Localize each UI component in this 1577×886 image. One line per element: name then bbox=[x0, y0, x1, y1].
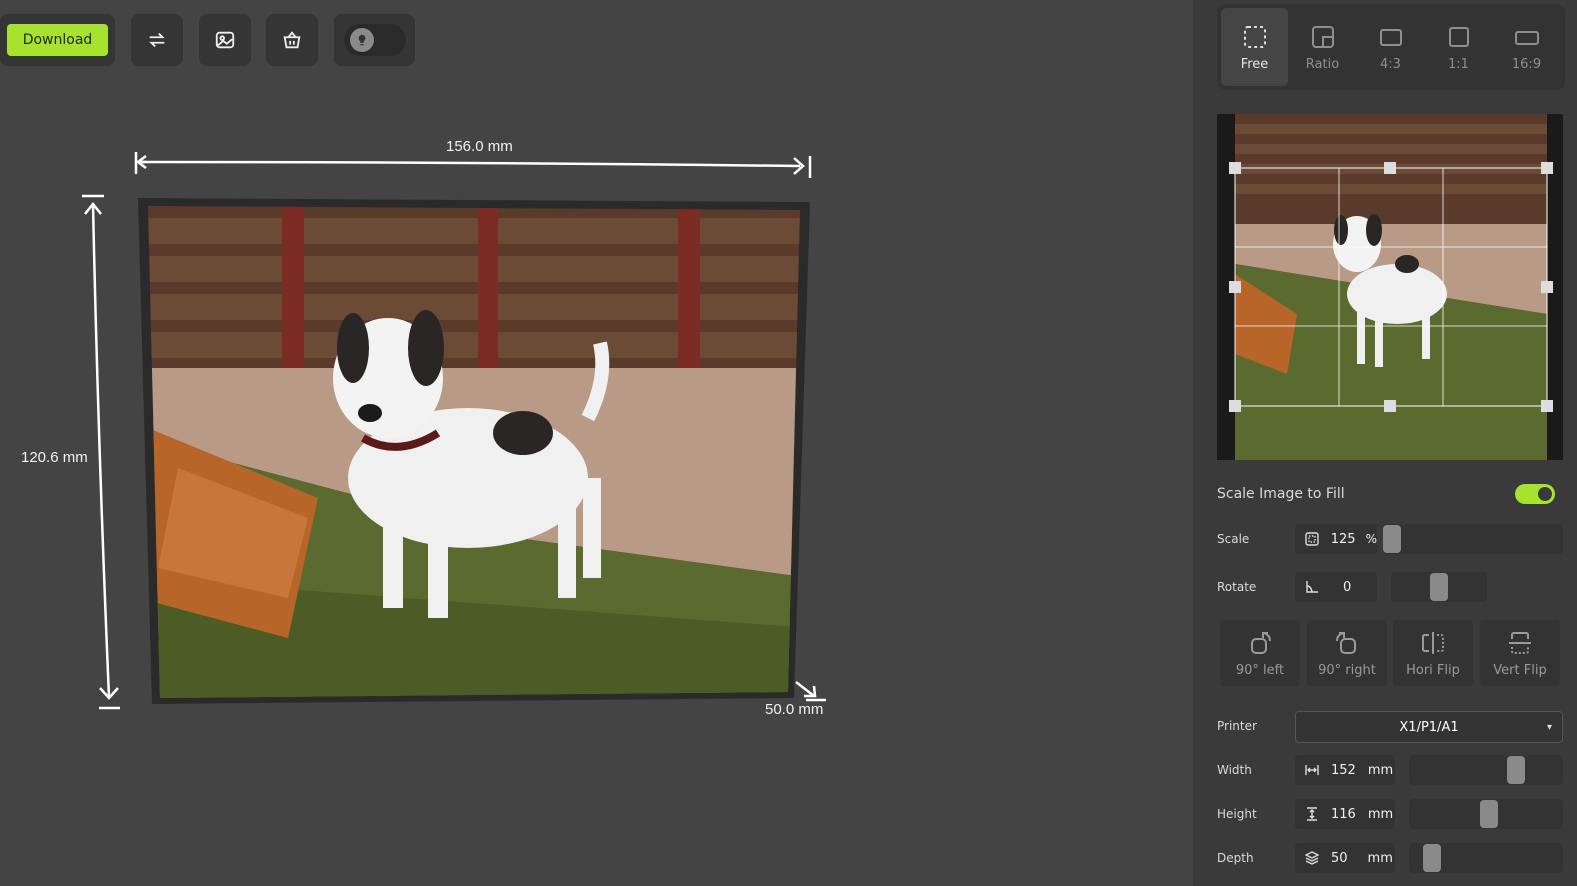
horizontal-flip-button[interactable]: Hori Flip bbox=[1393, 620, 1473, 686]
scale-label: Scale bbox=[1217, 532, 1250, 546]
width-icon bbox=[1301, 763, 1323, 777]
width-field[interactable]: 152 mm bbox=[1295, 755, 1395, 785]
printer-select[interactable]: X1/P1/A1 ▾ bbox=[1295, 711, 1563, 743]
light-toggle-group bbox=[334, 14, 415, 66]
rotate-right-icon bbox=[1336, 631, 1356, 654]
vertical-flip-button[interactable]: Vert Flip bbox=[1480, 620, 1560, 686]
depth-slider[interactable] bbox=[1409, 843, 1563, 873]
tab-1-1-label: 1:1 bbox=[1448, 56, 1469, 72]
height-slider-handle[interactable] bbox=[1480, 800, 1498, 828]
tab-free[interactable]: Free bbox=[1221, 8, 1288, 86]
ratio-1-1-icon bbox=[1448, 26, 1469, 47]
scale-slider[interactable] bbox=[1383, 524, 1563, 554]
crop-mode-tabs: Free Ratio 4:3 1:1 16:9 bbox=[1217, 4, 1565, 90]
tab-4-3-label: 4:3 bbox=[1380, 56, 1401, 72]
image-button[interactable] bbox=[199, 14, 251, 66]
tab-4-3[interactable]: 4:3 bbox=[1357, 8, 1424, 86]
basket-icon bbox=[283, 31, 301, 49]
scale-to-fill-toggle[interactable] bbox=[1515, 484, 1555, 504]
download-button[interactable]: Download bbox=[6, 24, 109, 56]
settings-panel: Free Ratio 4:3 1:1 16:9 Scale Image to F… bbox=[1193, 0, 1577, 886]
width-unit: mm bbox=[1367, 762, 1394, 778]
rotate-value: 0 bbox=[1343, 579, 1352, 595]
flip-vertical-icon bbox=[1509, 631, 1531, 654]
scale-field[interactable]: 125 % bbox=[1295, 524, 1377, 554]
rotate-label: Rotate bbox=[1217, 580, 1257, 594]
ratio-4-3-icon bbox=[1379, 28, 1402, 46]
tab-ratio[interactable]: Ratio bbox=[1289, 8, 1356, 86]
scale-to-fill-label: Scale Image to Fill bbox=[1217, 486, 1345, 502]
image-icon bbox=[215, 31, 235, 49]
height-icon bbox=[1301, 807, 1323, 821]
tab-16-9[interactable]: 16:9 bbox=[1493, 8, 1560, 86]
tab-free-label: Free bbox=[1240, 56, 1269, 72]
depth-label: Depth bbox=[1217, 851, 1254, 865]
light-mode-toggle[interactable] bbox=[343, 24, 406, 56]
scale-slider-handle[interactable] bbox=[1383, 525, 1401, 553]
rotate-left-icon bbox=[1251, 631, 1271, 654]
scale-icon bbox=[1301, 532, 1323, 546]
rotate-slider[interactable] bbox=[1391, 572, 1487, 602]
depth-unit: mm bbox=[1367, 850, 1393, 866]
width-value: 152 bbox=[1331, 762, 1356, 778]
height-label: Height bbox=[1217, 807, 1257, 821]
tab-1-1[interactable]: 1:1 bbox=[1425, 8, 1492, 86]
scale-value: 125 bbox=[1330, 531, 1356, 547]
printer-value: X1/P1/A1 bbox=[1399, 719, 1459, 735]
tab-ratio-label: Ratio bbox=[1305, 56, 1340, 72]
height-dimension-label: 120.6 mm bbox=[21, 449, 88, 466]
crop-preview[interactable] bbox=[1217, 114, 1563, 460]
width-label: Width bbox=[1217, 763, 1252, 777]
swap-button[interactable] bbox=[131, 14, 183, 66]
ratio-icon bbox=[1311, 25, 1334, 48]
layers-icon bbox=[1301, 851, 1323, 865]
horizontal-flip-label: Hori Flip bbox=[1406, 662, 1460, 678]
chevron-down-icon: ▾ bbox=[1546, 722, 1552, 733]
height-field[interactable]: 116 mm bbox=[1295, 799, 1395, 829]
width-dimension-label: 156.0 mm bbox=[446, 138, 513, 155]
height-value: 116 bbox=[1331, 806, 1356, 822]
lightbulb-icon bbox=[349, 28, 374, 52]
rotate-left-button[interactable]: 90° left bbox=[1220, 620, 1300, 686]
depth-field[interactable]: 50 mm bbox=[1295, 843, 1395, 873]
rotate-slider-handle[interactable] bbox=[1430, 573, 1448, 601]
free-crop-icon bbox=[1243, 25, 1266, 48]
angle-icon bbox=[1301, 580, 1323, 594]
width-slider-handle[interactable] bbox=[1507, 756, 1525, 784]
depth-slider-handle[interactable] bbox=[1423, 844, 1441, 872]
download-group: Download bbox=[0, 14, 115, 66]
height-unit: mm bbox=[1367, 806, 1394, 822]
width-slider[interactable] bbox=[1409, 755, 1563, 785]
scale-unit: % bbox=[1365, 532, 1377, 546]
swap-icon bbox=[149, 32, 165, 48]
basket-button[interactable] bbox=[266, 14, 318, 66]
tab-16-9-label: 16:9 bbox=[1511, 56, 1542, 72]
rotate-right-label: 90° right bbox=[1318, 662, 1376, 678]
rotate-left-label: 90° left bbox=[1235, 662, 1285, 678]
vertical-flip-label: Vert Flip bbox=[1493, 662, 1547, 678]
height-slider[interactable] bbox=[1409, 799, 1563, 829]
rotate-field[interactable]: 0 bbox=[1295, 572, 1377, 602]
flip-horizontal-icon bbox=[1422, 631, 1444, 654]
photo-preview bbox=[138, 198, 810, 706]
ratio-16-9-icon bbox=[1514, 30, 1539, 45]
printer-label: Printer bbox=[1217, 719, 1257, 733]
depth-value: 50 bbox=[1331, 850, 1348, 866]
rotate-right-button[interactable]: 90° right bbox=[1307, 620, 1387, 686]
